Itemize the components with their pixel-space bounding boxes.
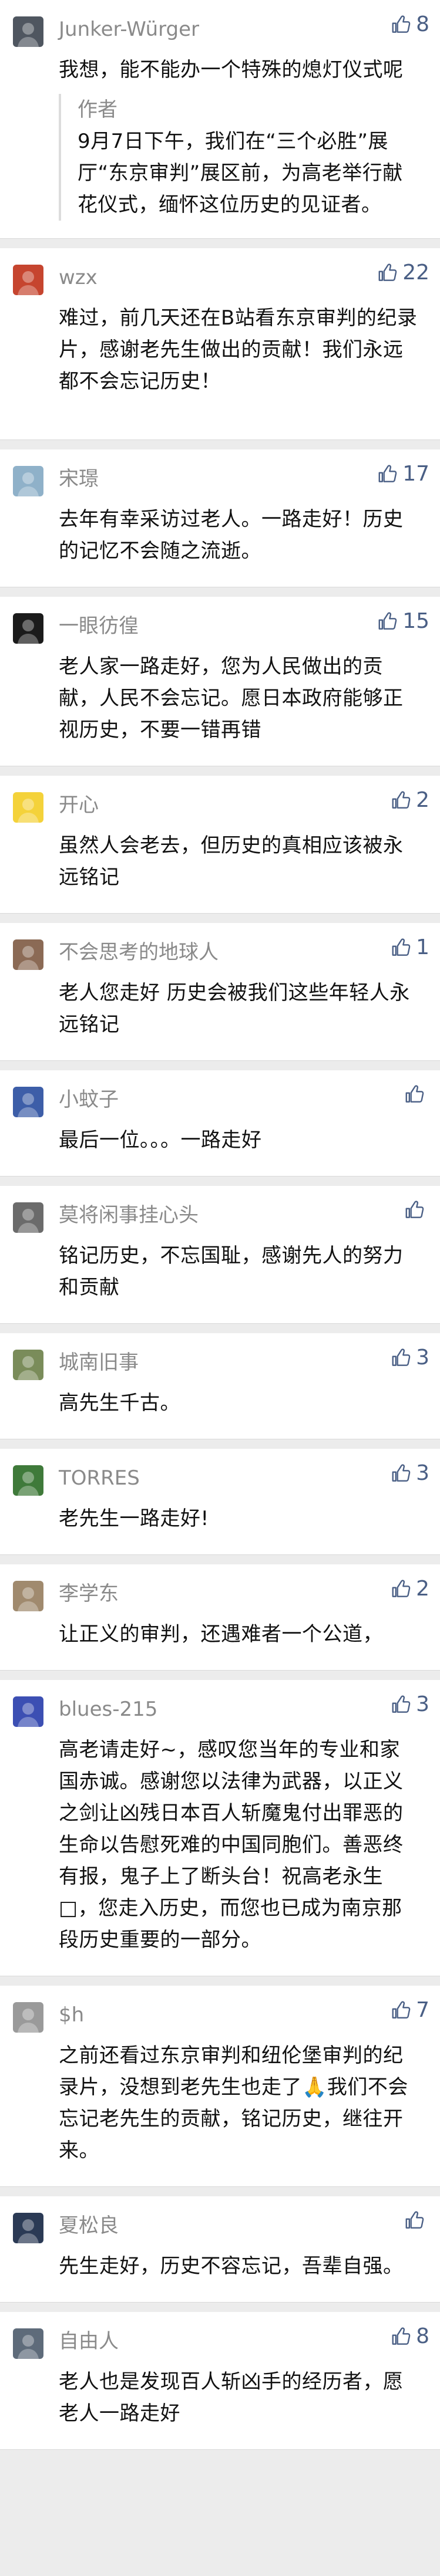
comment-item: 莫将闲事挂心头 铭记历史，不忘国耻，感谢先人的努力和贡献 bbox=[0, 1186, 440, 1324]
like-button[interactable] bbox=[404, 2209, 429, 2232]
commenter-name[interactable]: wzx bbox=[59, 266, 98, 289]
comment-item: 宋璟 17 去年有幸采访过老人。一路走好！历史的记忆不会随之流逝。 bbox=[0, 449, 440, 587]
like-count: 1 bbox=[416, 935, 429, 959]
avatar-sky[interactable] bbox=[13, 466, 43, 496]
comment-text: 让正义的审判，还遇难者一个公道， bbox=[59, 1622, 383, 1646]
comment-text: 最后一位。。。一路走好 bbox=[59, 1128, 262, 1152]
thumbs-up-icon bbox=[377, 463, 399, 485]
comment-item: TORRES 3 老先生一路走好! bbox=[0, 1449, 440, 1555]
thumbs-up-icon bbox=[390, 1578, 412, 1600]
commenter-name[interactable]: 一眼彷徨 bbox=[59, 614, 139, 638]
comment-item: 开心 2 虽然人会老去，但历史的真相应该被永远铭记 bbox=[0, 776, 440, 914]
comment-text: 高老请走好~，感叹您当年的专业和家国赤诚。感谢您以法律为武器，以正义之剑让凶残日… bbox=[59, 1738, 404, 1952]
avatar-circle[interactable] bbox=[13, 613, 43, 644]
avatar-mountain[interactable] bbox=[13, 2002, 43, 2033]
commenter-name[interactable]: 自由人 bbox=[59, 2330, 119, 2353]
thumbs-up-icon bbox=[390, 1999, 412, 2021]
like-button[interactable]: 8 bbox=[390, 2325, 429, 2348]
comment-text: 我想，能不能办一个特殊的熄灯仪式呢 bbox=[59, 58, 404, 82]
avatar-cartoon[interactable] bbox=[13, 265, 43, 295]
thumbs-up-icon bbox=[390, 1693, 412, 1716]
like-count: 2 bbox=[416, 1577, 429, 1601]
comment-item: blues-215 3 高老请走好~，感叹您当年的专业和家国赤诚。感谢您以法律为武器… bbox=[0, 1680, 440, 1976]
like-count: 8 bbox=[416, 2324, 429, 2348]
avatar-mosquito[interactable] bbox=[13, 1087, 43, 1117]
thumbs-up-icon bbox=[390, 1347, 412, 1369]
like-count: 2 bbox=[416, 788, 429, 812]
thumbs-up-icon bbox=[404, 1199, 426, 1221]
avatar-stadium[interactable] bbox=[13, 1465, 43, 1496]
commenter-name[interactable]: 小蚊子 bbox=[59, 1088, 119, 1111]
like-count: 3 bbox=[416, 1346, 429, 1370]
commenter-name[interactable]: TORRES bbox=[59, 1466, 140, 1490]
like-button[interactable]: 15 bbox=[377, 610, 429, 633]
commenter-name[interactable]: 夏松良 bbox=[59, 2214, 119, 2237]
like-button[interactable]: 2 bbox=[390, 1577, 429, 1601]
comment-text: 高先生千古。 bbox=[59, 1391, 180, 1415]
commenter-name[interactable]: 城南旧事 bbox=[59, 1351, 139, 1374]
comment-item: wzx 22 难过，前几天还在B站看东京审判的纪录片，感谢老先生做出的贡献！我们永远… bbox=[0, 248, 440, 440]
thumbs-up-icon bbox=[390, 13, 412, 36]
comment-item: 小蚊子最后一位。。。一路走好 bbox=[0, 1070, 440, 1177]
comment-item: 一眼彷徨 15 老人家一路走好，您为人民做出的贡献，人民不会忘记。愿日本政府能够正视… bbox=[0, 597, 440, 766]
commenter-name[interactable]: 李学东 bbox=[59, 1582, 119, 1605]
like-count: 22 bbox=[402, 261, 429, 285]
author-label: 作者 bbox=[78, 98, 117, 121]
like-count: 3 bbox=[416, 1461, 429, 1485]
avatar-street[interactable] bbox=[13, 2328, 43, 2359]
thumbs-up-icon bbox=[404, 2209, 426, 2232]
like-button[interactable]: 8 bbox=[390, 13, 429, 36]
commenter-name[interactable]: 开心 bbox=[59, 793, 99, 817]
comment-item: Junker-Würger 8 我想，能不能办一个特殊的熄灯仪式呢作者 9月7日下午，… bbox=[0, 0, 440, 239]
thumbs-up-icon bbox=[390, 937, 412, 959]
comment-item: 城南旧事 3 高先生千古。 bbox=[0, 1333, 440, 1439]
avatar-portrait-2[interactable] bbox=[13, 1202, 43, 1233]
thumbs-up-icon bbox=[390, 1462, 412, 1485]
like-button[interactable]: 17 bbox=[377, 462, 429, 486]
avatar-group[interactable] bbox=[13, 1581, 43, 1611]
commenter-name[interactable]: blues-215 bbox=[59, 1698, 157, 1721]
thumbs-up-icon bbox=[404, 1083, 426, 1106]
like-button[interactable]: 3 bbox=[390, 1462, 429, 1485]
like-count: 8 bbox=[416, 12, 429, 36]
avatar-pikachu[interactable] bbox=[13, 792, 43, 823]
avatar-dark[interactable] bbox=[13, 2213, 43, 2243]
comment-item: 李学东 2 让正义的审判，还遇难者一个公道， bbox=[0, 1564, 440, 1671]
like-count: 7 bbox=[416, 1998, 429, 2022]
avatar-blue[interactable] bbox=[13, 1696, 43, 1727]
comment-text: 老先生一路走好! bbox=[59, 1507, 209, 1530]
avatar-portrait[interactable] bbox=[13, 939, 43, 970]
like-button[interactable] bbox=[404, 1083, 429, 1106]
reply-text: 9月7日下午，我们在“三个必胜”展厅“东京审判”展区前，为高老举行献花仪式，缅怀… bbox=[78, 130, 403, 217]
commenter-name[interactable]: $h bbox=[59, 2003, 84, 2027]
like-count: 15 bbox=[402, 609, 429, 633]
thumbs-up-icon bbox=[390, 2325, 412, 2348]
thumbs-up-icon bbox=[377, 262, 399, 284]
like-button[interactable]: 1 bbox=[390, 936, 429, 959]
commenter-name[interactable]: 宋璟 bbox=[59, 467, 99, 491]
comment-item: $h 7 之前还看过东京审判和纽伦堡审判的纪录片，没想到老先生也走了🙏我们不会忘记老… bbox=[0, 1986, 440, 2187]
avatar-landscape[interactable] bbox=[13, 1350, 43, 1380]
commenter-name[interactable]: Junker-Würger bbox=[59, 18, 199, 41]
commenter-name[interactable]: 不会思考的地球人 bbox=[59, 941, 219, 964]
thumbs-up-icon bbox=[390, 789, 412, 812]
comment-text: 先生走好，历史不容忘记，吾辈自强。 bbox=[59, 2254, 404, 2278]
like-button[interactable]: 2 bbox=[390, 789, 429, 812]
like-button[interactable]: 3 bbox=[390, 1693, 429, 1716]
comment-item: 不会思考的地球人 1 老人您走好 历史会被我们这些年轻人永远铭记 bbox=[0, 923, 440, 1061]
like-count: 3 bbox=[416, 1692, 429, 1716]
like-count: 17 bbox=[402, 462, 429, 486]
like-button[interactable]: 22 bbox=[377, 261, 429, 285]
thumbs-up-icon bbox=[377, 610, 399, 633]
like-button[interactable]: 3 bbox=[390, 1346, 429, 1370]
avatar-comic[interactable] bbox=[13, 16, 43, 47]
author-reply: 作者 9月7日下午，我们在“三个必胜”展厅“东京审判”展区前，为高老举行献花仪式，… bbox=[59, 94, 417, 221]
like-button[interactable]: 7 bbox=[390, 1999, 429, 2022]
comment-feed: Junker-Würger 8 我想，能不能办一个特殊的熄灯仪式呢作者 9月7日下午，… bbox=[0, 0, 440, 2450]
like-button[interactable] bbox=[404, 1199, 429, 1221]
comment-item: 夏松良先生走好，历史不容忘记，吾辈自强。 bbox=[0, 2196, 440, 2303]
commenter-name[interactable]: 莫将闲事挂心头 bbox=[59, 1204, 199, 1227]
comment-item: 自由人 8 老人也是发现百人斩凶手的经历者，愿老人一路走好 bbox=[0, 2312, 440, 2450]
